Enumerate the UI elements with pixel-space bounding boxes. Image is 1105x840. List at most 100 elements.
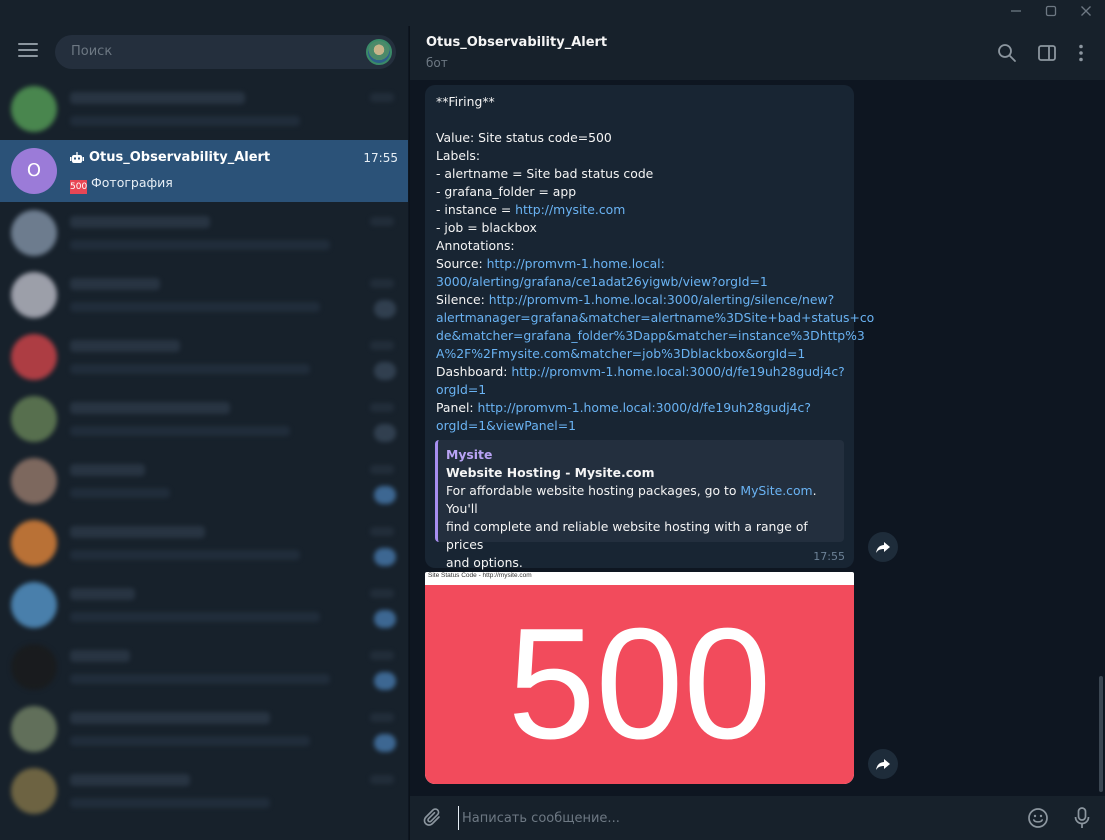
- search-icon[interactable]: [996, 42, 1018, 64]
- message-line: 3000/alerting/grafana/ce1adat26yigwb/vie…: [436, 273, 843, 291]
- preview-site-name: Mysite: [446, 447, 493, 462]
- chat-header: Otus_Observability_Alert бот: [409, 26, 1105, 80]
- scrollbar[interactable]: [1099, 676, 1103, 792]
- chat-list-item[interactable]: [0, 636, 408, 698]
- chat-list-item[interactable]: [0, 388, 408, 450]
- status-code-value: 500: [507, 596, 772, 772]
- forward-button[interactable]: [868, 749, 898, 779]
- sidebar: O Otus_Observability_Alert 17:55 500Фото…: [0, 26, 408, 840]
- message-bubble[interactable]: **Firing** Value: Site status code=500 Lab…: [425, 85, 874, 570]
- message-link[interactable]: 3000/alerting/grafana/ce1adat26yigwb/vie…: [436, 274, 768, 289]
- message-line: orgId=1: [436, 381, 843, 399]
- chat-list-item[interactable]: [0, 760, 408, 822]
- sidebar-toggle-icon[interactable]: [1036, 42, 1058, 64]
- chat-preview-text: Фотография: [91, 175, 173, 190]
- chat-messages-area[interactable]: **Firing** Value: Site status code=500 Lab…: [409, 80, 1105, 796]
- message-line-text: **Firing**: [436, 94, 495, 109]
- forward-icon: [876, 759, 890, 770]
- message-line: Source: http://promvm-1.home.local:: [436, 255, 843, 273]
- message-line-text: Annotations:: [436, 238, 515, 253]
- microphone-icon[interactable]: [1071, 806, 1093, 830]
- window-title-bar: [0, 0, 1105, 26]
- link-preview-card[interactable]: Mysite Website Hosting - Mysite.com For …: [435, 440, 844, 570]
- emoji-icon[interactable]: [1027, 807, 1049, 829]
- sidebar-top-bar: [0, 26, 408, 78]
- preview-description: For affordable website hosting packages,…: [446, 483, 817, 516]
- message-text: **Firing** Value: Site status code=500 Lab…: [436, 93, 874, 435]
- chat-list-item[interactable]: [0, 450, 408, 512]
- message-line-text: Silence:: [436, 292, 489, 307]
- message-link[interactable]: A%2F%2Fmysite.com&matcher=job%3Dblackbox…: [436, 346, 805, 361]
- message-line-text: - grafana_folder = app: [436, 184, 577, 199]
- message-line: Labels:: [436, 147, 843, 165]
- photo-message[interactable]: Site Status Code - http://mysite.com 500: [425, 572, 854, 784]
- message-link[interactable]: alertmanager=grafana&matcher=alertname%3…: [436, 310, 874, 325]
- message-line: Silence: http://promvm-1.home.local:3000…: [436, 291, 843, 309]
- message-line-text: - instance =: [436, 202, 516, 217]
- search-box[interactable]: [55, 35, 396, 69]
- preview-description-line: and options.: [446, 555, 523, 570]
- chat-list-item[interactable]: [0, 326, 408, 388]
- forward-icon: [876, 542, 890, 553]
- message-line: - job = blackbox: [436, 219, 843, 237]
- message-line: Annotations:: [436, 237, 843, 255]
- message-line-text: Labels:: [436, 148, 481, 163]
- chat-list-item[interactable]: [0, 264, 408, 326]
- more-options-icon[interactable]: [1070, 42, 1092, 64]
- chat-time: 17:55: [363, 151, 398, 165]
- message-composer: [409, 796, 1105, 840]
- chat-status: бот: [426, 56, 448, 70]
- minimize-icon[interactable]: [1002, 3, 1030, 23]
- preview-title: Website Hosting - Mysite.com: [446, 465, 655, 480]
- message-link[interactable]: orgId=1: [436, 382, 486, 397]
- photo-caption: Site Status Code - http://mysite.com: [428, 572, 532, 579]
- message-line-text: Dashboard:: [436, 364, 512, 379]
- photo-thumbnail: 500: [70, 180, 88, 194]
- message-line: Panel: http://promvm-1.home.local:3000/d…: [436, 399, 843, 417]
- chat-list-item-active[interactable]: O Otus_Observability_Alert 17:55 500 Фото…: [0, 140, 408, 202]
- chat-list-item[interactable]: [0, 78, 408, 140]
- message-line: Dashboard: http://promvm-1.home.local:30…: [436, 363, 845, 381]
- message-link[interactable]: de&matcher=grafana_folder%3Dapp&matcher=…: [436, 328, 865, 343]
- chat-title[interactable]: Otus_Observability_Alert: [426, 35, 607, 50]
- forward-button[interactable]: [868, 532, 898, 562]
- chat-preview: 500 Фотография: [70, 175, 173, 194]
- message-line: **Firing**: [436, 93, 843, 111]
- message-link[interactable]: orgId=1&viewPanel=1: [436, 418, 576, 433]
- message-line: de&matcher=grafana_folder%3Dapp&matcher=…: [436, 327, 865, 345]
- photo-panel: 500: [425, 585, 854, 784]
- account-avatar[interactable]: [366, 39, 392, 65]
- message-line: - alertname = Site bad status code: [436, 165, 843, 183]
- message-line-text: - alertname = Site bad status code: [436, 166, 654, 181]
- message-line-text: Panel:: [436, 400, 478, 415]
- preview-link[interactable]: MySite.com: [740, 483, 812, 498]
- message-line-text: - job = blackbox: [436, 220, 537, 235]
- message-line: alertmanager=grafana&matcher=alertname%3…: [436, 309, 874, 327]
- message-line: - grafana_folder = app: [436, 183, 843, 201]
- search-input[interactable]: [71, 35, 351, 69]
- chat-name: Otus_Observability_Alert: [89, 150, 271, 165]
- message-link[interactable]: http://promvm-1.home.local:3000/d/fe19uh…: [478, 400, 811, 415]
- menu-icon[interactable]: [18, 43, 38, 57]
- chat-list-item[interactable]: [0, 574, 408, 636]
- attach-icon[interactable]: [422, 807, 444, 829]
- close-icon[interactable]: [1072, 3, 1100, 23]
- message-line: orgId=1&viewPanel=1: [436, 417, 843, 435]
- bot-icon: [70, 152, 84, 163]
- message-link[interactable]: http://mysite.com: [515, 202, 625, 217]
- message-link[interactable]: http://promvm-1.home.local:3000/alerting…: [489, 292, 834, 307]
- message-input[interactable]: [458, 806, 998, 830]
- preview-description-line: find complete and reliable website hosti…: [446, 519, 808, 552]
- message-line: A%2F%2Fmysite.com&matcher=job%3Dblackbox…: [436, 345, 843, 363]
- message-link[interactable]: http://promvm-1.home.local:3000/d/fe19uh…: [511, 364, 844, 379]
- chat-list: O Otus_Observability_Alert 17:55 500 Фото…: [0, 78, 408, 822]
- chat-list-item[interactable]: [0, 698, 408, 760]
- chat-list-item[interactable]: [0, 512, 408, 574]
- message-line: - instance = http://mysite.com: [436, 201, 843, 219]
- maximize-icon[interactable]: [1037, 3, 1065, 23]
- message-line-text: Source:: [436, 256, 487, 271]
- chat-list-item[interactable]: [0, 202, 408, 264]
- message-line: Value: Site status code=500: [436, 129, 843, 147]
- message-link[interactable]: http://promvm-1.home.local:: [487, 256, 665, 271]
